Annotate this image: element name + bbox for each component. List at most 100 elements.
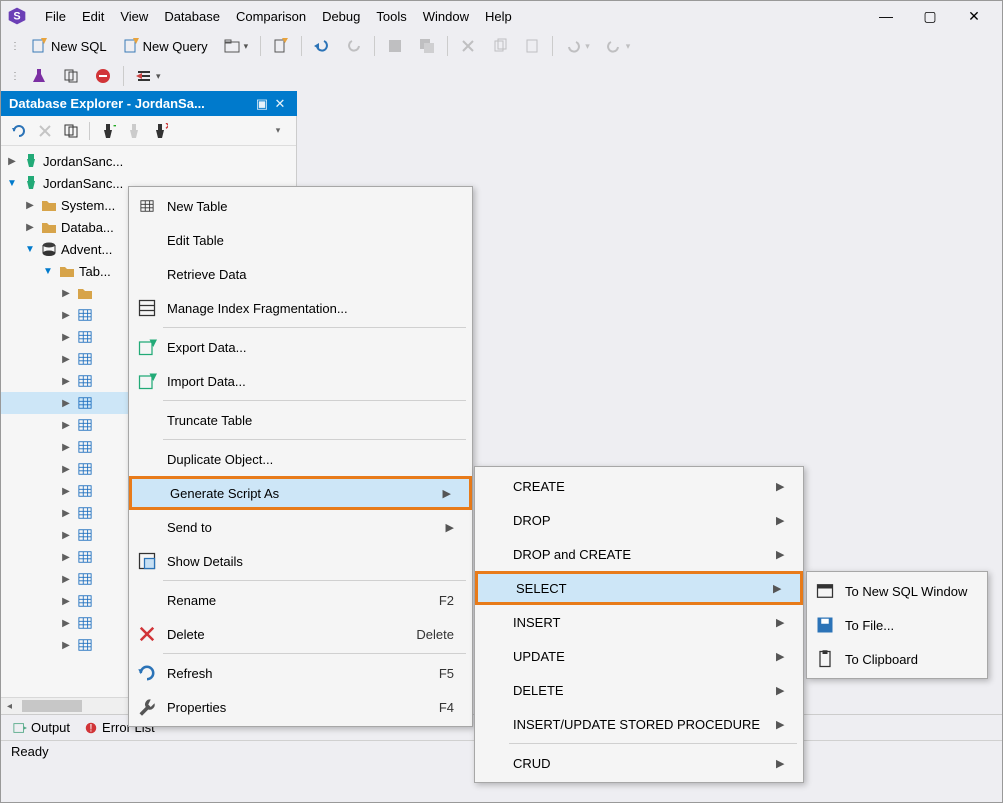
window-controls: — ▢ ✕ [864, 2, 996, 30]
submenu-delete[interactable]: DELETE▶ [475, 673, 803, 707]
menu-mif[interactable]: Manage Index Fragmentation... [129, 291, 472, 325]
menu-export[interactable]: Export Data... [129, 330, 472, 364]
menu-duplicate[interactable]: Duplicate Object... [129, 442, 472, 476]
submenu-create[interactable]: CREATE▶ [475, 469, 803, 503]
menu-database[interactable]: Database [156, 5, 228, 28]
submenu-insert[interactable]: INSERT▶ [475, 605, 803, 639]
submenu-iusp[interactable]: INSERT/UPDATE STORED PROCEDURE▶ [475, 707, 803, 741]
table-icon [137, 196, 157, 216]
new-sql-button[interactable]: New SQL [25, 35, 113, 57]
menu-new-table[interactable]: New Table [129, 189, 472, 223]
scroll-thumb[interactable] [22, 700, 82, 712]
submenu-select[interactable]: SELECT▶ [475, 571, 803, 605]
menu-truncate[interactable]: Truncate Table [129, 403, 472, 437]
tab-output-label: Output [31, 720, 70, 735]
svg-text:+: + [113, 123, 116, 133]
windows-icon[interactable] [63, 123, 79, 139]
plug-icon [23, 175, 39, 191]
save-all-button[interactable] [413, 35, 441, 57]
undo-button[interactable] [308, 35, 336, 57]
svg-text:×: × [165, 123, 168, 133]
save-button[interactable] [381, 35, 409, 57]
menu-help[interactable]: Help [477, 5, 520, 28]
paste-button[interactable] [518, 35, 546, 57]
menu-send-to[interactable]: Send to▶ [129, 510, 472, 544]
folder-databa-label: Databa... [61, 220, 114, 235]
table-icon [77, 549, 93, 565]
menu-retrieve[interactable]: Retrieve Data [129, 257, 472, 291]
submenu-arrow-icon: ▶ [776, 514, 784, 527]
menu-refresh[interactable]: RefreshF5 [129, 656, 472, 690]
submenu-update[interactable]: UPDATE▶ [475, 639, 803, 673]
menu-properties[interactable]: PropertiesF4 [129, 690, 472, 724]
menubar: File Edit View Database Comparison Debug… [37, 5, 520, 28]
menu-file[interactable]: File [37, 5, 74, 28]
flask-button[interactable] [25, 65, 53, 87]
new-query-button[interactable]: New Query [117, 35, 214, 57]
redo2-button[interactable]: ▾ [600, 35, 637, 57]
menu-tools[interactable]: Tools [368, 5, 414, 28]
submenu-arrow-icon: ▶ [776, 480, 784, 493]
submenu-generate-script: CREATE▶ DROP▶ DROP and CREATE▶ SELECT▶ I… [474, 466, 804, 783]
menu-rename[interactable]: RenameF2 [129, 583, 472, 617]
submenu-drop[interactable]: DROP▶ [475, 503, 803, 537]
cut-button[interactable] [454, 35, 482, 57]
undo2-button[interactable]: ▾ [559, 35, 596, 57]
menu-debug[interactable]: Debug [314, 5, 368, 28]
menu-show-details[interactable]: Show Details [129, 544, 472, 578]
to-new-window[interactable]: To New SQL Window [807, 574, 987, 608]
step-button[interactable]: ▾ [130, 65, 167, 87]
refresh-icon[interactable] [11, 123, 27, 139]
connection-label-2: JordanSanc... [43, 176, 123, 191]
folder-icon [77, 285, 93, 301]
toolbar-grip[interactable]: ⋮ [7, 41, 21, 52]
to-clipboard[interactable]: To Clipboard [807, 642, 987, 676]
submenu-arrow-icon: ▶ [443, 487, 451, 500]
explorer-title: Database Explorer - JordanSa... [9, 96, 253, 111]
menu-delete[interactable]: DeleteDelete [129, 617, 472, 651]
copy2-button[interactable] [57, 65, 85, 87]
tab-output[interactable]: Output [13, 720, 70, 735]
close-button[interactable]: ✕ [952, 2, 996, 30]
maximize-button[interactable]: ▢ [908, 2, 952, 30]
stop-button[interactable] [89, 65, 117, 87]
remove-icon[interactable] [37, 123, 53, 139]
scroll-left-icon[interactable]: ◂ [1, 701, 18, 712]
table-icon [77, 373, 93, 389]
error-icon: ! [84, 721, 98, 735]
toolbar-grip-2[interactable]: ⋮ [7, 71, 21, 82]
menu-generate-script-as[interactable]: Generate Script As▶ [129, 476, 472, 510]
menu-edit[interactable]: Edit [74, 5, 112, 28]
table-icon [77, 637, 93, 653]
redo-disabled-button[interactable] [340, 35, 368, 57]
titlebar: S File Edit View Database Comparison Deb… [1, 1, 1002, 31]
svg-text:!: ! [89, 722, 92, 734]
open-file-button[interactable]: ▾ [218, 35, 255, 57]
menu-comparison[interactable]: Comparison [228, 5, 314, 28]
submenu-dropcreate[interactable]: DROP and CREATE▶ [475, 537, 803, 571]
minimize-button[interactable]: — [864, 2, 908, 30]
to-file[interactable]: To File... [807, 608, 987, 642]
dropdown-icon[interactable]: ▾ [270, 123, 286, 139]
menu-import[interactable]: Import Data... [129, 364, 472, 398]
table-icon [77, 307, 93, 323]
table-icon [77, 571, 93, 587]
connection-label: JordanSanc... [43, 154, 123, 169]
wrench-icon [137, 697, 157, 717]
connection-node[interactable]: ▶ JordanSanc... [1, 150, 296, 172]
fragment-icon [137, 298, 157, 318]
menu-window[interactable]: Window [415, 5, 477, 28]
remove-connection-icon[interactable]: × [152, 123, 168, 139]
menu-edit-table[interactable]: Edit Table [129, 223, 472, 257]
new-sql-label: New SQL [51, 39, 107, 54]
menu-view[interactable]: View [112, 5, 156, 28]
execute-button[interactable] [267, 35, 295, 57]
window-icon [815, 581, 835, 601]
submenu-crud[interactable]: CRUD▶ [475, 746, 803, 780]
add-connection-icon[interactable]: + [100, 123, 116, 139]
panel-close-icon[interactable]: ✕ [271, 96, 289, 112]
copy-button[interactable] [486, 35, 514, 57]
connection-icon[interactable] [126, 123, 142, 139]
database-icon [41, 241, 57, 257]
panel-pin-icon[interactable]: ▣ [253, 96, 271, 112]
